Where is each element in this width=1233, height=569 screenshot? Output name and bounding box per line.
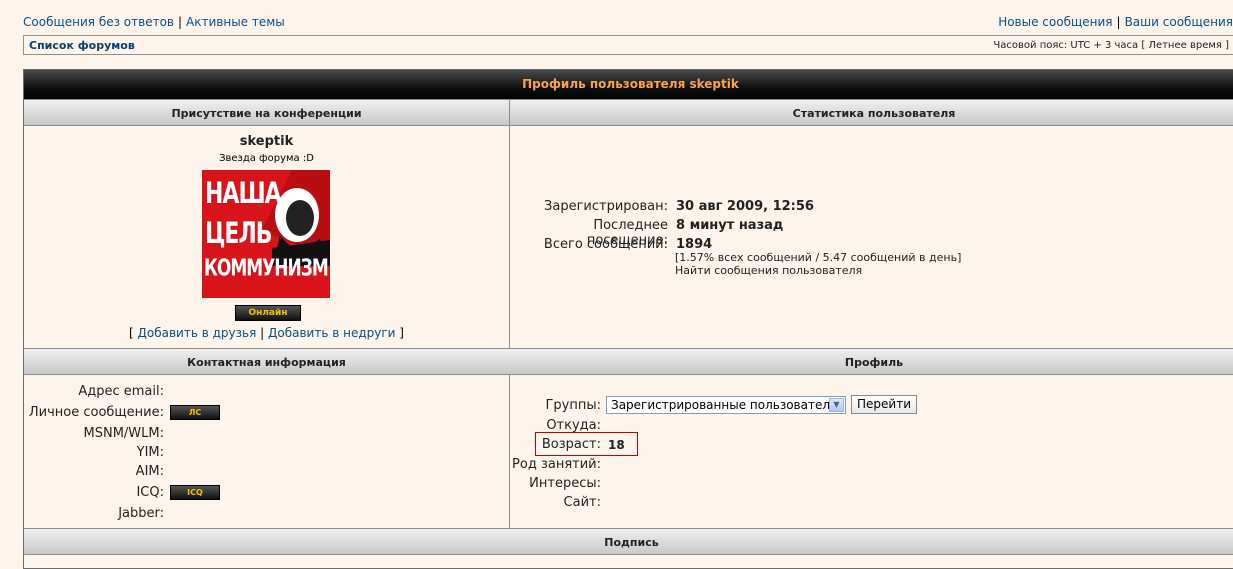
find-posts-link[interactable]: Найти сообщения пользователя xyxy=(675,264,862,277)
pm-label: Личное сообщение: xyxy=(28,405,164,420)
groups-selected-value: Зарегистрированные пользователи xyxy=(611,398,838,412)
top-nav-right: Новые сообщения | Ваши сообщения xyxy=(998,15,1233,29)
user-rank: Звезда форума :D xyxy=(219,153,314,164)
separator: | xyxy=(178,15,183,29)
avatar-text-line-3: КОММУНИЗМ xyxy=(204,255,329,283)
groups-select[interactable]: Зарегистрированные пользователи ▼ xyxy=(606,396,846,414)
online-status-badge: Онлайн xyxy=(235,305,301,321)
posts-value: 1894 xyxy=(676,237,713,252)
friend-actions: [ Добавить в друзья | Добавить в недруги… xyxy=(24,326,509,340)
from-label: Откуда: xyxy=(546,418,601,433)
registered-label: Зарегистрирован: xyxy=(544,199,668,214)
unanswered-posts-link[interactable]: Сообщения без ответов xyxy=(23,15,174,29)
occupation-label: Род занятий: xyxy=(512,457,601,472)
your-posts-link[interactable]: Ваши сообщения xyxy=(1125,15,1233,29)
icq-label: ICQ: xyxy=(136,485,164,500)
bracket-close: ] xyxy=(399,326,404,340)
go-button[interactable]: Перейти xyxy=(851,395,917,414)
email-label: Адрес email: xyxy=(78,384,164,399)
contact-header: Контактная информация xyxy=(24,348,509,375)
posts-detail: [1.57% всех сообщений / 5.47 сообщений в… xyxy=(675,251,962,264)
bracket-open: [ xyxy=(129,326,134,340)
last-visit-value: 8 минут назад xyxy=(676,218,784,233)
signature-header: Подпись xyxy=(24,528,1233,555)
profile-title: Профиль пользователя skeptik xyxy=(24,70,1233,99)
forum-list-link[interactable]: Список форумов xyxy=(29,39,135,52)
stats-header: Статистика пользователя xyxy=(509,99,1233,126)
new-posts-link[interactable]: Новые сообщения xyxy=(998,15,1112,29)
separator: | xyxy=(260,326,265,340)
username: skeptik xyxy=(239,134,294,149)
icq-button[interactable]: ICQ xyxy=(170,485,220,500)
age-label: Возраст: xyxy=(541,437,601,452)
site-label: Сайт: xyxy=(563,495,601,510)
timezone-text: Часовой пояс: UTC + 3 часа [ Летнее врем… xyxy=(993,40,1229,51)
avatar-text-line-1: НАША xyxy=(205,177,282,212)
column-divider xyxy=(509,99,510,528)
profile-panel: Профиль пользователя skeptik Присутствие… xyxy=(23,69,1233,569)
top-nav: Сообщения без ответов | Активные темы Новы… xyxy=(23,15,1233,31)
groups-label: Группы: xyxy=(545,398,601,413)
avatar-text-line-2: ЦЕЛЬ xyxy=(205,217,272,252)
presence-header: Присутствие на конференции xyxy=(24,99,509,126)
msnm-label: MSNM/WLM: xyxy=(83,426,164,441)
age-value: 18 xyxy=(608,438,625,452)
jabber-label: Jabber: xyxy=(118,506,164,521)
profile-header: Профиль xyxy=(509,348,1233,375)
interests-label: Интересы: xyxy=(529,476,601,491)
chevron-down-icon[interactable]: ▼ xyxy=(829,398,844,412)
top-nav-left: Сообщения без ответов | Активные темы xyxy=(23,15,285,29)
active-topics-link[interactable]: Активные темы xyxy=(186,15,285,29)
add-friend-link[interactable]: Добавить в друзья xyxy=(138,326,257,340)
separator: | xyxy=(1116,15,1121,29)
pm-button[interactable]: ЛС xyxy=(170,405,220,420)
registered-value: 30 авг 2009, 12:56 xyxy=(676,199,814,214)
add-foe-link[interactable]: Добавить в недруги xyxy=(268,326,395,340)
aim-label: AIM: xyxy=(135,464,164,479)
yim-label: YIM: xyxy=(136,445,164,460)
avatar: НАША ЦЕЛЬ КОММУНИЗМ xyxy=(202,170,330,298)
breadcrumb-bar: Список форумов Часовой пояс: UTC + 3 час… xyxy=(23,35,1233,55)
posts-label: Всего сообщений: xyxy=(543,237,668,252)
